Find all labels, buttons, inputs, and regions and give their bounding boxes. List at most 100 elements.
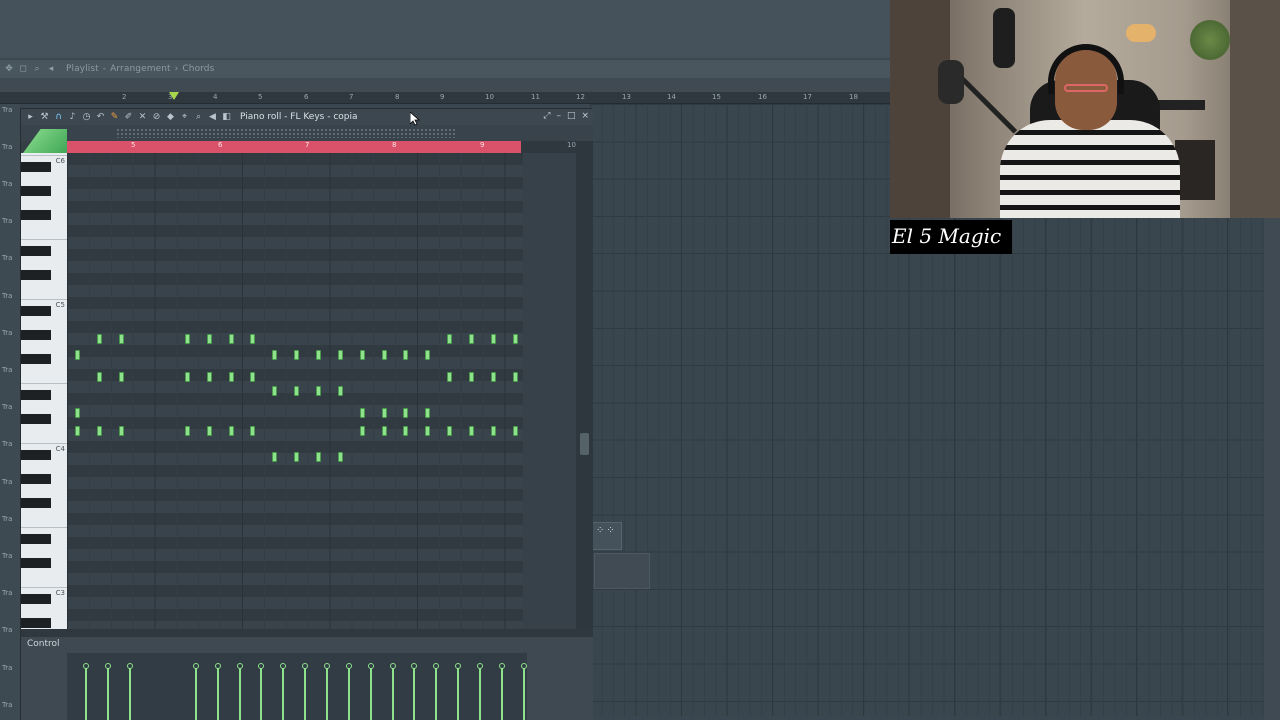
note[interactable]: [97, 372, 102, 382]
event-control-panel[interactable]: Control: [21, 637, 593, 720]
piano-roll-vertical-scrollbar[interactable]: [576, 141, 593, 629]
track-label[interactable]: Tra: [2, 664, 12, 672]
velocity-lane[interactable]: [67, 653, 527, 720]
velocity-bar[interactable]: [479, 665, 481, 720]
black-key[interactable]: [21, 210, 51, 220]
delete-icon[interactable]: ✕: [137, 112, 148, 123]
note[interactable]: [469, 334, 474, 344]
black-key[interactable]: [21, 414, 51, 424]
close-button[interactable]: ×: [581, 111, 589, 122]
note[interactable]: [207, 334, 212, 344]
velocity-bar[interactable]: [523, 665, 525, 720]
playlist-ruler[interactable]: 2 3 4 5 6 7 8 9 10 11 12 13 14 15 16 17 …: [0, 92, 890, 104]
note[interactable]: [75, 350, 80, 360]
note[interactable]: [272, 452, 277, 462]
note[interactable]: [403, 426, 408, 436]
scrollbar-thumb[interactable]: [580, 433, 589, 455]
track-label[interactable]: Tra: [2, 143, 12, 151]
note[interactable]: [294, 386, 299, 396]
black-key[interactable]: [21, 270, 51, 280]
track-label[interactable]: Tra: [2, 329, 12, 337]
velocity-bar[interactable]: [326, 665, 328, 720]
note[interactable]: [425, 408, 430, 418]
note[interactable]: [250, 372, 255, 382]
maximize-button[interactable]: □: [567, 111, 576, 122]
track-label[interactable]: Tra: [2, 217, 12, 225]
track-label[interactable]: Tra: [2, 701, 12, 709]
velocity-handle[interactable]: [433, 663, 439, 669]
piano-roll-horizontal-scrollbar[interactable]: [21, 629, 593, 637]
select-icon[interactable]: ⌖: [179, 112, 190, 123]
note[interactable]: [513, 372, 518, 382]
velocity-handle[interactable]: [258, 663, 264, 669]
velocity-bar[interactable]: [239, 665, 241, 720]
note[interactable]: [97, 426, 102, 436]
note[interactable]: [316, 386, 321, 396]
detach-icon[interactable]: ⤢: [543, 111, 550, 122]
black-key[interactable]: [21, 498, 51, 508]
control-sub-selector[interactable]: [73, 639, 133, 649]
note[interactable]: [382, 426, 387, 436]
velocity-handle[interactable]: [521, 663, 527, 669]
track-list[interactable]: Tra Tra Tra Tra Tra Tra Tra Tra Tra Tra …: [0, 104, 20, 720]
track-label[interactable]: Tra: [2, 366, 12, 374]
note[interactable]: [382, 350, 387, 360]
piano-roll-ruler[interactable]: 5 6 7 8 9: [67, 141, 521, 153]
black-key[interactable]: [21, 330, 51, 340]
magnet-icon[interactable]: ∩: [53, 112, 64, 123]
velocity-bar[interactable]: [85, 665, 87, 720]
velocity-handle[interactable]: [455, 663, 461, 669]
play-arrow-icon[interactable]: ▸: [25, 112, 36, 123]
note[interactable]: [360, 408, 365, 418]
track-label[interactable]: Tra: [2, 626, 12, 634]
note[interactable]: [272, 350, 277, 360]
velocity-handle[interactable]: [193, 663, 199, 669]
brush-icon[interactable]: ✐: [123, 112, 134, 123]
velocity-bar[interactable]: [392, 665, 394, 720]
black-key[interactable]: [21, 390, 51, 400]
note[interactable]: [185, 372, 190, 382]
track-label[interactable]: Tra: [2, 478, 12, 486]
note[interactable]: [207, 372, 212, 382]
note[interactable]: [119, 372, 124, 382]
note[interactable]: [272, 386, 277, 396]
note-grid-outside-loop[interactable]: [523, 153, 576, 629]
track-label[interactable]: Tra: [2, 440, 12, 448]
note[interactable]: [185, 426, 190, 436]
note[interactable]: [119, 426, 124, 436]
velocity-bar[interactable]: [413, 665, 415, 720]
velocity-bar[interactable]: [348, 665, 350, 720]
note[interactable]: [425, 350, 430, 360]
black-key[interactable]: [21, 558, 51, 568]
velocity-handle[interactable]: [127, 663, 133, 669]
note[interactable]: [229, 426, 234, 436]
black-key[interactable]: [21, 186, 51, 196]
black-key[interactable]: [21, 450, 51, 460]
note[interactable]: [229, 334, 234, 344]
note[interactable]: [469, 426, 474, 436]
wrench-icon[interactable]: ⚒: [39, 112, 50, 123]
pattern-clip[interactable]: ⁘⁘: [592, 522, 622, 550]
track-label[interactable]: Tra: [2, 180, 12, 188]
note[interactable]: [294, 350, 299, 360]
velocity-handle[interactable]: [302, 663, 308, 669]
minimize-button[interactable]: –: [556, 111, 561, 122]
target-icon[interactable]: ✥: [4, 64, 14, 74]
note[interactable]: [360, 350, 365, 360]
playlist-title-bar[interactable]: ✥ ◻ ⌕ ◂ Playlist - Arrangement › Chords: [0, 60, 890, 78]
note[interactable]: [338, 452, 343, 462]
note[interactable]: [447, 372, 452, 382]
black-key[interactable]: [21, 354, 51, 364]
velocity-handle[interactable]: [390, 663, 396, 669]
note-grid[interactable]: [67, 153, 523, 629]
note[interactable]: [316, 350, 321, 360]
note[interactable]: [294, 452, 299, 462]
velocity-bar[interactable]: [435, 665, 437, 720]
track-label[interactable]: Tra: [2, 403, 12, 411]
track-label[interactable]: Tra: [2, 589, 12, 597]
note[interactable]: [338, 386, 343, 396]
pattern-clip[interactable]: [594, 553, 650, 589]
track-label[interactable]: Tra: [2, 292, 12, 300]
track-label[interactable]: Tra: [2, 552, 12, 560]
control-target-selector[interactable]: Control: [27, 639, 60, 649]
